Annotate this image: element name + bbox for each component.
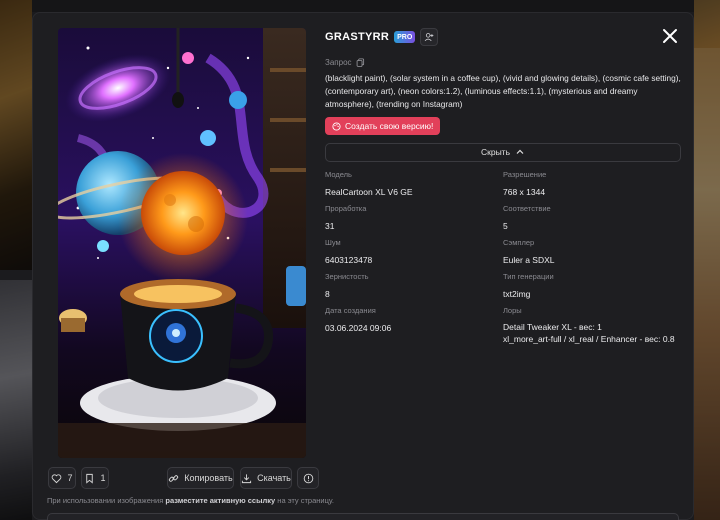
artwork-image[interactable] <box>58 28 306 458</box>
copy-icon[interactable] <box>356 58 365 67</box>
param-grain: Зернистость 8 <box>325 272 503 299</box>
download-label: Скачать <box>257 473 291 483</box>
param-label: Соответствие <box>503 203 551 213</box>
lora-item: Detail Tweaker XL - вес: 1 <box>503 321 602 332</box>
attribution-link[interactable]: разместите активную ссылку <box>165 496 275 505</box>
param-value: 31 <box>325 220 335 231</box>
pro-badge: PRO <box>394 31 416 43</box>
comments-section-bar[interactable] <box>47 513 679 520</box>
param-label: Дата создания <box>325 305 376 315</box>
param-generation-type: Тип генерации txt2img <box>503 272 681 299</box>
param-loras: Лоры Detail Tweaker XL - вес: 1 xl_more_… <box>503 306 681 346</box>
follow-button[interactable] <box>420 28 439 46</box>
param-value: 03.06.2024 09:06 <box>325 322 392 333</box>
bookmark-button[interactable]: 1 <box>81 467 109 489</box>
param-value: txt2img <box>503 288 531 299</box>
link-icon <box>169 474 179 482</box>
background-gallery-image[interactable] <box>0 280 32 520</box>
background-gallery-image[interactable] <box>0 0 32 270</box>
param-sampler: Сэмплер Euler a SDXL <box>503 238 681 265</box>
param-label: Лоры <box>503 305 522 315</box>
like-button[interactable]: 7 <box>48 467 76 489</box>
download-button[interactable]: Скачать <box>240 467 292 489</box>
bookmark-count: 1 <box>100 473 106 483</box>
copy-link-button[interactable]: Копировать <box>167 467 234 489</box>
param-value: 768 x 1344 <box>503 186 546 197</box>
param-value: RealCartoon XL V6 GE <box>325 186 413 197</box>
heart-icon <box>52 473 62 483</box>
prompt-label: Запрос <box>325 58 352 67</box>
author-name[interactable]: GRASTYRR <box>325 31 389 43</box>
attribution-suffix: на эту страницу. <box>277 496 334 505</box>
param-resolution: Разрешение 768 x 1344 <box>503 170 681 197</box>
background-gallery-image[interactable] <box>694 0 720 48</box>
remix-button-label: Создать свою версию! <box>345 121 434 131</box>
palette-icon <box>332 121 341 131</box>
chevron-up-icon <box>516 149 524 154</box>
param-label: Зернистость <box>325 271 369 281</box>
image-actions-toolbar: 7 1 Копировать Скачать <box>48 467 324 491</box>
param-steps: Проработка 31 <box>325 204 503 231</box>
param-value: 8 <box>325 288 330 299</box>
param-cfg: Соответствие 5 <box>503 204 681 231</box>
attribution-prefix: При использовании изображения <box>47 496 164 505</box>
background-gallery-image[interactable] <box>694 48 720 520</box>
like-count: 7 <box>67 473 73 483</box>
param-label: Разрешение <box>503 169 547 179</box>
attribution-note: При использовании изображения разместите… <box>47 496 334 505</box>
generation-parameters: Модель RealCartoon XL V6 GE Разрешение 7… <box>325 170 681 346</box>
param-created-date: Дата создания 03.06.2024 09:06 <box>325 306 503 346</box>
info-button[interactable] <box>297 467 319 489</box>
bookmark-icon <box>86 473 94 484</box>
image-detail-modal: GRASTYRR PRO Запрос (blacklight paint), … <box>32 12 694 520</box>
hide-button-label: Скрыть <box>480 147 510 157</box>
hide-details-button[interactable]: Скрыть <box>325 142 681 162</box>
param-label: Шум <box>325 237 341 247</box>
add-user-icon <box>424 33 434 42</box>
param-label: Сэмплер <box>503 237 535 247</box>
param-value: Detail Tweaker XL - вес: 1 xl_more_art-f… <box>503 321 681 345</box>
param-seed: Шум 6403123478 <box>325 238 503 265</box>
param-value: 5 <box>503 220 508 231</box>
param-value: 6403123478 <box>325 254 373 265</box>
lora-item: xl_more_art-full / xl_real / Enhancer - … <box>503 333 675 344</box>
prompt-text: (blacklight paint), (solar system in a c… <box>325 73 681 109</box>
copy-label: Копировать <box>184 473 233 483</box>
download-icon <box>242 473 252 483</box>
image-info-panel: GRASTYRR PRO Запрос (blacklight paint), … <box>325 27 681 346</box>
param-label: Тип генерации <box>503 271 554 281</box>
param-label: Проработка <box>325 203 367 213</box>
remix-button[interactable]: Создать свою версию! <box>325 117 441 135</box>
background-strip <box>32 0 694 12</box>
param-model: Модель RealCartoon XL V6 GE <box>325 170 503 197</box>
info-icon <box>303 473 313 483</box>
param-label: Модель <box>325 169 352 179</box>
param-value: Euler a SDXL <box>503 254 555 265</box>
